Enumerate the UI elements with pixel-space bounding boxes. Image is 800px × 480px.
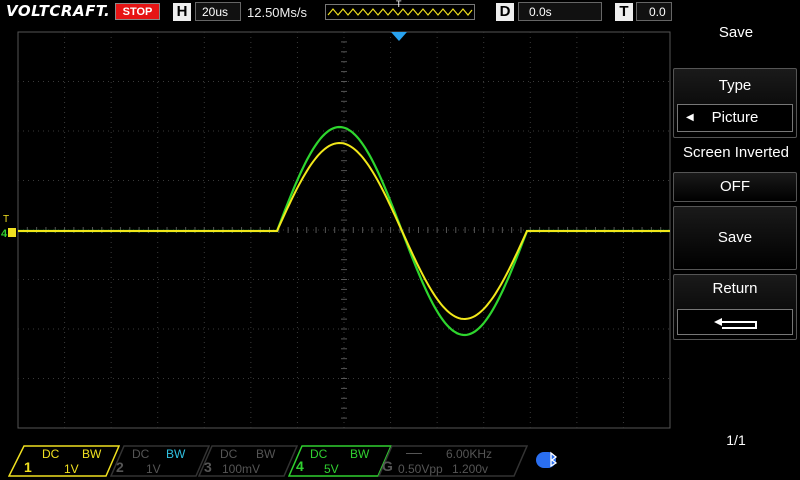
generator-amplitude: 0.50Vpp <box>398 462 443 476</box>
save-menu: Save Type ◀ Picture Screen Inverted OFF … <box>672 0 800 480</box>
generator-label: G <box>382 458 393 474</box>
channel-3-scale: 100mV <box>222 462 261 476</box>
channel-4-number: 4 <box>296 458 304 474</box>
generator-status[interactable]: G 6.00KHz 0.50Vpp 1.200v <box>378 445 528 477</box>
screen-inverted-button[interactable]: OFF <box>673 172 797 202</box>
trigger-level-marker-label: T <box>3 214 9 225</box>
channel-2-bw: BW <box>166 447 186 461</box>
save-button[interactable]: Save <box>673 206 797 270</box>
type-button[interactable]: Type ◀ Picture <box>673 68 797 138</box>
type-label: Type <box>718 77 752 94</box>
waveform-display[interactable]: T 4 <box>0 24 672 432</box>
channel-1-number: 1 <box>24 459 32 475</box>
channel-4-status[interactable]: 4 DC BW 5V <box>288 445 392 477</box>
trigger-level-field[interactable]: 0.0 <box>636 2 672 21</box>
screen-inverted-label: Screen Inverted <box>683 144 789 161</box>
channel-4-scale: 5V <box>324 462 339 476</box>
channel-1-status[interactable]: 1 DC BW 1V <box>8 445 120 477</box>
dc-waveform-icon <box>406 453 422 454</box>
brand-logo: VOLTCRAFT. <box>6 2 111 20</box>
trigger-marker-label: T <box>396 0 402 9</box>
channel-1-coupling: DC <box>42 447 60 461</box>
channel-3-coupling: DC <box>220 447 238 461</box>
channel-1-scale: 1V <box>64 462 79 476</box>
screen-inverted-value: OFF <box>720 178 750 195</box>
type-value: Picture <box>711 109 759 126</box>
delay-field[interactable]: 0.0s <box>518 2 602 21</box>
channel-3-number: 3 <box>204 459 212 475</box>
save-button-label: Save <box>717 229 753 246</box>
generator-frequency: 6.00KHz <box>446 447 493 461</box>
left-arrow-icon: ◀ <box>686 112 694 123</box>
return-label: Return <box>712 280 758 297</box>
channel-3-status[interactable]: 3 DC BW 100mV <box>198 445 298 477</box>
ground-level-marker[interactable]: T 4 <box>1 214 16 240</box>
bluetooth-icon[interactable] <box>536 451 562 469</box>
channel-4-bw: BW <box>350 447 370 461</box>
trigger-label: T <box>615 3 633 21</box>
delay-label: D <box>496 3 514 21</box>
menu-title: Save <box>718 24 754 41</box>
channel-2-number: 2 <box>116 459 124 475</box>
top-status-bar: VOLTCRAFT. STOP H 20us 12.50Ms/s T D 0.0… <box>0 0 672 24</box>
page-indicator: 1/1 <box>726 432 746 448</box>
channel-2-status[interactable]: 2 DC BW 1V <box>110 445 210 477</box>
channel-4-coupling: DC <box>310 447 328 461</box>
generator-offset: 1.200v <box>452 462 489 476</box>
return-button[interactable]: Return <box>673 274 797 340</box>
ch4-ground-marker: 4 <box>1 228 8 240</box>
channel-1-bw: BW <box>82 447 102 461</box>
channel-2-coupling: DC <box>132 447 150 461</box>
channel-2-scale: 1V <box>146 462 161 476</box>
sample-rate: 12.50Ms/s <box>247 5 307 20</box>
timebase-field[interactable]: 20us <box>195 2 241 21</box>
horizontal-label: H <box>173 3 191 21</box>
run-stop-indicator[interactable]: STOP <box>115 3 160 20</box>
return-arrow-icon <box>714 318 757 329</box>
trigger-position-marker[interactable] <box>391 32 407 41</box>
channel-3-bw: BW <box>256 447 276 461</box>
